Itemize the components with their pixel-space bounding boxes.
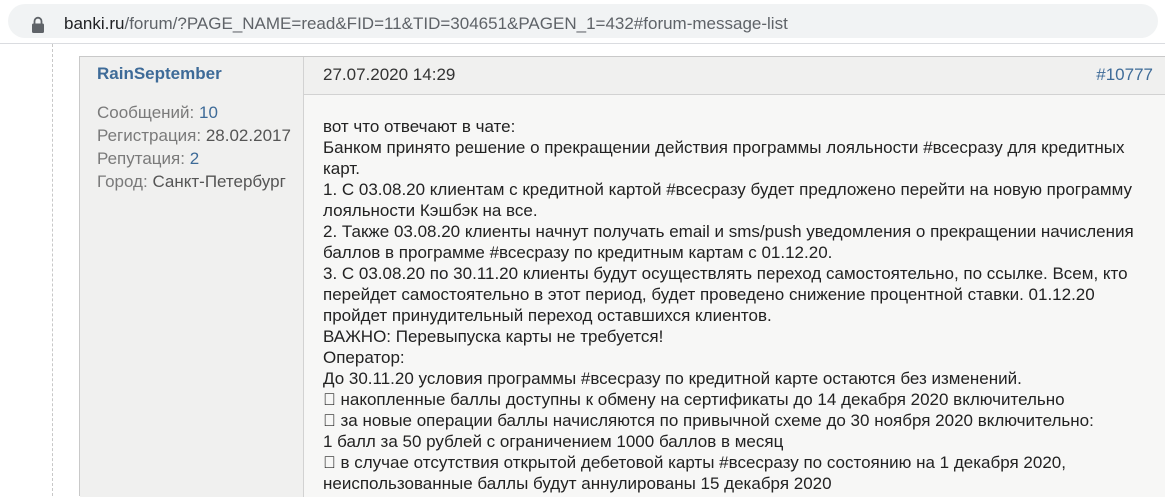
- post-author-panel: RainSeptember Сообщений: 10 Регистрация:…: [80, 57, 304, 497]
- author-reputation-row: Репутация: 2: [97, 147, 291, 170]
- url-host: banki.ru: [64, 14, 125, 33]
- author-city-label: Город:: [97, 172, 148, 191]
- post-line: лояльности Кэшбэк на все.: [323, 201, 538, 220]
- post-line: Банком принято решение о прекращении дей…: [323, 138, 1125, 157]
- author-registration-label: Регистрация:: [97, 126, 202, 145]
- post-text: вот что отвечают в чате: Банком принято …: [323, 116, 1143, 494]
- author-registration-value: 28.02.2017: [205, 126, 291, 145]
- post-line: 􀂃 за новые операции баллы начисляются по…: [323, 411, 1094, 430]
- post-number-link[interactable]: #10777: [1096, 65, 1153, 85]
- post-line: перейдет самостоятельно в этот период, б…: [323, 285, 1095, 304]
- post-line: неиспользованные баллы будут аннулирован…: [323, 474, 832, 493]
- post-line: 1 балл за 50 рублей с ограничением 1000 …: [323, 432, 784, 451]
- forum-page: RainSeptember Сообщений: 10 Регистрация:…: [0, 44, 1165, 497]
- page-divider: [52, 44, 54, 496]
- post-line: До 30.11.20 условия программы #всесразу …: [323, 369, 1022, 388]
- post-line: баллов в программе #всесразу по кредитны…: [323, 243, 833, 262]
- author-messages-label: Сообщений:: [97, 103, 195, 122]
- post-date: 27.07.2020 14:29: [323, 65, 456, 84]
- author-registration-row: Регистрация: 28.02.2017: [97, 124, 291, 147]
- author-city-row: Город: Санкт-Петербург: [97, 170, 291, 193]
- author-info: Сообщений: 10 Регистрация: 28.02.2017 Ре…: [97, 101, 291, 193]
- url-text: banki.ru/forum/?PAGE_NAME=read&FID=11&TI…: [64, 14, 788, 34]
- author-city-value: Санкт-Петербург: [152, 172, 286, 191]
- post-message-column: 27.07.2020 14:29 #10777 вот что отвечают…: [304, 57, 1165, 497]
- post-line: вот что отвечают в чате:: [323, 117, 516, 136]
- post-line: 1. С 03.08.20 клиентам с кредитной карто…: [323, 180, 1132, 199]
- post-line: 3. С 03.08.20 по 30.11.20 клиенты будут …: [323, 264, 1128, 283]
- author-messages-count-link[interactable]: 10: [199, 103, 218, 122]
- post-line: карт.: [323, 159, 360, 178]
- post-header: 27.07.2020 14:29 #10777: [304, 57, 1165, 95]
- post-line: 2. Также 03.08.20 клиенты начнут получат…: [323, 222, 1134, 241]
- post-line: пройдет принудительный переход оставшихс…: [323, 306, 772, 325]
- author-name-link[interactable]: RainSeptember: [97, 64, 222, 84]
- author-messages-row: Сообщений: 10: [97, 101, 291, 124]
- browser-address-bar: banki.ru/forum/?PAGE_NAME=read&FID=11&TI…: [0, 0, 1165, 44]
- forum-post: RainSeptember Сообщений: 10 Регистрация:…: [79, 56, 1165, 497]
- post-body: вот что отвечают в чате: Банком принято …: [304, 95, 1165, 497]
- post-line: Оператор:: [323, 348, 405, 367]
- author-reputation-link[interactable]: 2: [190, 149, 199, 168]
- author-reputation-label: Репутация:: [97, 149, 185, 168]
- post-line: 􀂃 накопленные баллы доступны к обмену на…: [323, 390, 1065, 409]
- url-path: /forum/?PAGE_NAME=read&FID=11&TID=304651…: [124, 14, 788, 33]
- url-field[interactable]: banki.ru/forum/?PAGE_NAME=read&FID=11&TI…: [8, 4, 1158, 38]
- lock-icon[interactable]: [30, 16, 46, 34]
- post-line: 􀂃 в случае отсутствия открытой дебетовой…: [323, 453, 1066, 472]
- post-line: ВАЖНО: Перевыпуска карты не требуется!: [323, 327, 664, 346]
